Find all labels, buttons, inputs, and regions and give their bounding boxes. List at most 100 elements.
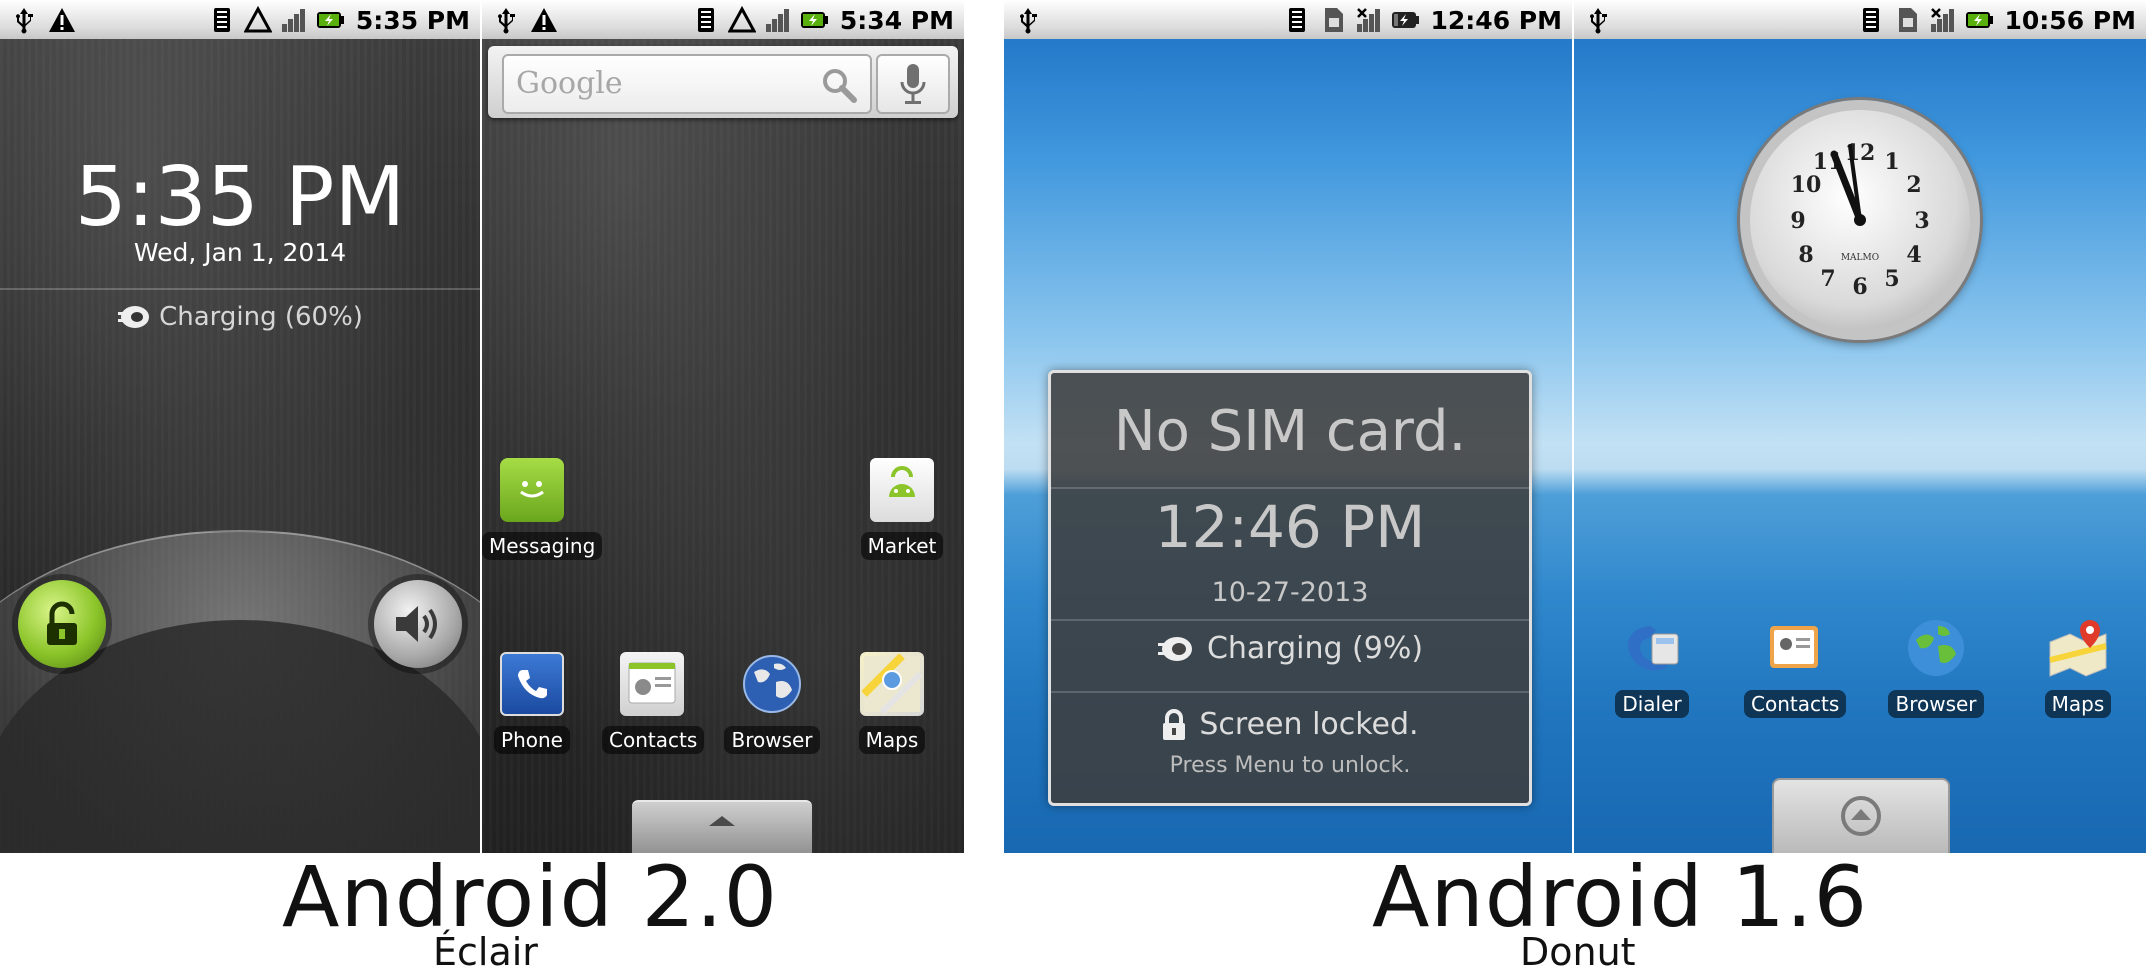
app-label: Market: [860, 532, 944, 560]
clock-number: 2: [1906, 172, 1921, 198]
app-maps[interactable]: Maps: [2028, 616, 2128, 718]
status-bar: 10:56 PM: [1574, 0, 2146, 39]
app-messaging[interactable]: Messaging: [482, 458, 603, 560]
voice-search-button[interactable]: [876, 54, 950, 114]
charging-text: Charging (60%): [159, 302, 363, 332]
divider: [1051, 619, 1529, 621]
warning-icon: [49, 8, 75, 32]
lock-date: Wed, Jan 1, 2014: [133, 238, 347, 267]
wifi-icon: [1288, 8, 1305, 32]
app-maps[interactable]: Maps: [842, 652, 942, 754]
donut-lock-screen: 12:46 PM No SIM card. 12:46 PM 10-27-201…: [1004, 0, 1572, 853]
usb-icon: [1020, 8, 1037, 34]
app-label: Maps: [858, 726, 926, 754]
app-label: Browser: [1888, 690, 1984, 718]
sim-message: No SIM card.: [1113, 399, 1467, 464]
usb-icon: [16, 8, 33, 34]
battery-charging-icon: [1391, 12, 1419, 28]
unlock-handle[interactable]: [18, 580, 106, 668]
status-time: 12:46 PM: [1430, 5, 1562, 35]
lock-date: 10-27-2013: [1211, 577, 1369, 608]
search-placeholder: Google: [516, 66, 623, 101]
google-search-widget: Google: [488, 46, 958, 118]
status-bar: 5:34 PM: [482, 0, 964, 39]
status-time: 5:35 PM: [355, 5, 470, 35]
search-icon: [823, 69, 857, 103]
clock-number: 4: [1906, 242, 1921, 268]
sim-card-icon: [1898, 8, 1917, 32]
app-dialer[interactable]: Dialer: [1602, 616, 1702, 718]
map-pin-icon: [2046, 616, 2110, 680]
screen-locked-status: Screen locked.: [1051, 707, 1529, 742]
globe-icon: [740, 652, 804, 716]
divider: [1051, 691, 1529, 693]
market-bag-icon: [870, 458, 934, 522]
lock-info-panel: No SIM card. 12:46 PM 10-27-2013 Chargin…: [1048, 370, 1532, 806]
app-contacts[interactable]: Contacts: [1744, 616, 1847, 718]
app-browser[interactable]: Browser: [722, 652, 822, 754]
contacts-card-icon: [1762, 616, 1826, 680]
app-drawer-tray[interactable]: [1772, 778, 1950, 853]
charging-status: Charging (60%): [0, 302, 480, 332]
donut-home-screen: 10:56 PM 12 1 2 3 4 5 6 7 8 9 10 11 MALM…: [1574, 0, 2146, 853]
caption-subtitle-left: Éclair: [433, 930, 538, 974]
clock-pivot: [1854, 214, 1866, 226]
signal-bars-icon: [281, 9, 305, 32]
plug-icon: [1157, 636, 1192, 661]
unlock-padlock-icon: [47, 601, 77, 645]
clock-number: 1: [1884, 149, 1899, 175]
battery-charging-icon: [800, 12, 828, 28]
eclair-lock-screen: 5:35 PM 5:35 PM Wed, Jan 1, 2014 Chargin…: [0, 0, 480, 853]
divider: [1051, 487, 1529, 489]
app-label: Messaging: [482, 532, 603, 560]
eclair-home-screen: 5:34 PM Google Messaging Market Phone Co…: [482, 0, 964, 853]
warning-icon: [531, 8, 557, 32]
clock-number: 10: [1791, 172, 1822, 198]
usb-icon: [498, 8, 515, 34]
sim-card-icon: [1324, 8, 1343, 32]
charging-status: Charging (9%): [1051, 631, 1529, 666]
divider: [0, 288, 480, 290]
usb-icon: [1590, 8, 1607, 34]
contacts-card-icon: [620, 652, 684, 716]
clock-number: 8: [1798, 242, 1813, 268]
charging-text: Charging (9%): [1206, 631, 1424, 666]
signal-bars-icon: [765, 9, 789, 32]
app-market[interactable]: Market: [852, 458, 952, 560]
arrow-up-icon: [709, 816, 735, 826]
wifi-icon: [697, 8, 714, 32]
clock-brand: MALMO: [1841, 253, 1879, 263]
wifi-icon: [213, 8, 230, 32]
analog-clock-widget[interactable]: 12 1 2 3 4 5 6 7 8 9 10 11 MALMO: [1740, 100, 1980, 340]
arrow-up-circle-icon: [1841, 796, 1881, 836]
app-label: Contacts: [1744, 690, 1847, 718]
locked-text: Screen locked.: [1199, 707, 1419, 742]
status-bar: 12:46 PM: [1004, 0, 1572, 39]
microphone-icon: [900, 64, 926, 104]
app-contacts[interactable]: Contacts: [602, 652, 705, 754]
plug-icon: [118, 306, 150, 328]
padlock-icon: [1163, 708, 1186, 740]
search-input[interactable]: Google: [502, 54, 872, 114]
speaker-icon: [396, 606, 437, 642]
battery-charging-icon: [316, 12, 344, 28]
app-phone[interactable]: Phone: [482, 652, 582, 754]
wifi-icon: [1862, 8, 1879, 32]
caption-subtitle-right: Donut: [1520, 930, 1636, 974]
sound-toggle-handle[interactable]: [374, 580, 462, 668]
clock-number: 3: [1914, 208, 1929, 234]
no-signal-triangle-icon: [727, 6, 756, 33]
dialer-phone-icon: [1620, 616, 1684, 680]
app-label: Dialer: [1615, 690, 1689, 718]
clock-number: 6: [1852, 274, 1867, 300]
phone-handset-icon: [500, 652, 564, 716]
app-label: Maps: [2044, 690, 2112, 718]
app-label: Contacts: [602, 726, 705, 754]
no-signal-icon: [1356, 8, 1380, 32]
clock-number: 9: [1790, 208, 1805, 234]
app-drawer-handle[interactable]: [632, 800, 812, 853]
map-icon: [860, 652, 924, 716]
app-label: Browser: [724, 726, 820, 754]
globe-icon: [1904, 616, 1968, 680]
app-browser[interactable]: Browser: [1886, 616, 1986, 718]
